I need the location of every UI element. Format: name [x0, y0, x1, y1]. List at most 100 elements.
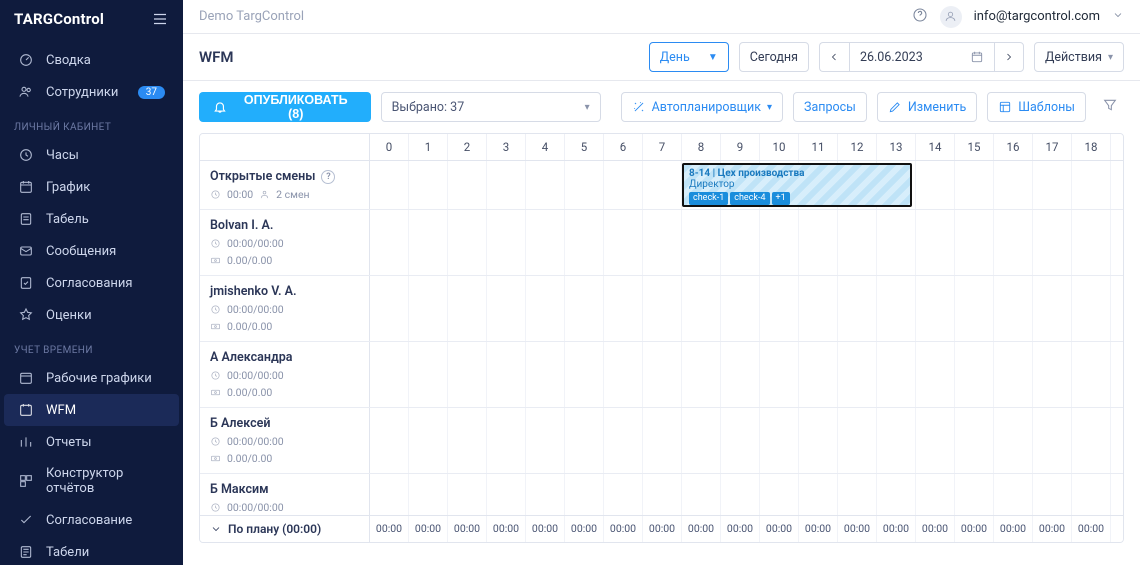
time-cell[interactable]	[838, 210, 877, 275]
sidebar-item-report-builder[interactable]: Конструктор отчётов	[4, 458, 179, 504]
time-cell[interactable]	[448, 161, 487, 209]
time-cell[interactable]	[760, 276, 799, 341]
time-cell[interactable]	[448, 342, 487, 407]
time-cell[interactable]	[565, 342, 604, 407]
time-cell[interactable]	[838, 342, 877, 407]
time-cell[interactable]	[877, 474, 916, 515]
time-cell[interactable]	[916, 210, 955, 275]
time-cell[interactable]	[760, 408, 799, 473]
time-cell[interactable]	[448, 408, 487, 473]
time-cell[interactable]	[643, 161, 682, 209]
time-cell[interactable]	[1072, 474, 1111, 515]
time-cell[interactable]	[799, 408, 838, 473]
time-cell[interactable]	[526, 408, 565, 473]
time-cell[interactable]	[370, 276, 409, 341]
time-cell[interactable]	[877, 408, 916, 473]
publish-button[interactable]: ОПУБЛИКОВАТЬ (8)	[199, 92, 371, 122]
time-cell[interactable]	[409, 474, 448, 515]
time-cell[interactable]	[1033, 474, 1072, 515]
sidebar-item-employees[interactable]: Сотрудники 37	[4, 76, 179, 108]
time-cell[interactable]	[565, 161, 604, 209]
time-cell[interactable]	[721, 408, 760, 473]
time-cell[interactable]	[526, 161, 565, 209]
time-cell[interactable]	[526, 474, 565, 515]
time-cell[interactable]	[487, 474, 526, 515]
time-cell[interactable]	[565, 474, 604, 515]
sidebar-item-work-schedules[interactable]: Рабочие графики	[4, 362, 179, 394]
time-cell[interactable]	[1033, 276, 1072, 341]
time-cell[interactable]	[409, 342, 448, 407]
view-mode-select[interactable]: День ▼	[649, 42, 729, 72]
time-cell[interactable]	[487, 210, 526, 275]
chevron-down-icon[interactable]	[210, 523, 222, 535]
time-cell[interactable]	[604, 342, 643, 407]
time-cell[interactable]	[838, 474, 877, 515]
time-cell[interactable]	[1033, 342, 1072, 407]
time-cell[interactable]	[1072, 210, 1111, 275]
time-cell[interactable]	[604, 408, 643, 473]
sidebar-item-timesheet[interactable]: Табель	[4, 203, 179, 235]
time-cell[interactable]	[799, 474, 838, 515]
time-cell[interactable]	[916, 474, 955, 515]
time-cell[interactable]	[370, 342, 409, 407]
time-cell[interactable]	[448, 474, 487, 515]
time-cell[interactable]	[760, 474, 799, 515]
time-cell[interactable]	[838, 276, 877, 341]
sidebar-item-summary[interactable]: Сводка	[4, 44, 179, 76]
time-cell[interactable]	[994, 161, 1033, 209]
sidebar-item-messages[interactable]: Сообщения	[4, 235, 179, 267]
time-cell[interactable]	[721, 342, 760, 407]
horizontal-scrollbar[interactable]	[199, 545, 1124, 559]
time-cell[interactable]	[799, 276, 838, 341]
time-cell[interactable]	[682, 210, 721, 275]
time-cell[interactable]	[955, 342, 994, 407]
today-button[interactable]: Сегодня	[739, 42, 809, 72]
time-cell[interactable]	[409, 276, 448, 341]
time-cell[interactable]	[877, 342, 916, 407]
scheduler-body[interactable]: Открытые смены? 00:00 2 смен8-14 | Цех п…	[200, 161, 1123, 515]
help-hint-icon[interactable]: ?	[321, 170, 335, 184]
time-cell[interactable]	[604, 161, 643, 209]
user-menu-chevron[interactable]	[1112, 9, 1124, 25]
time-cell[interactable]	[916, 408, 955, 473]
time-cell[interactable]	[448, 210, 487, 275]
selection-dropdown[interactable]: Выбрано: 37 ▾	[381, 92, 601, 122]
time-cell[interactable]	[643, 342, 682, 407]
help-icon[interactable]	[912, 7, 928, 27]
autoplan-button[interactable]: Автопланировщик ▾	[621, 92, 783, 122]
time-cell[interactable]	[487, 161, 526, 209]
time-cell[interactable]	[682, 276, 721, 341]
actions-menu[interactable]: Действия ▾	[1034, 42, 1124, 72]
time-cell[interactable]	[643, 276, 682, 341]
time-cell[interactable]	[526, 210, 565, 275]
templates-button[interactable]: Шаблоны	[987, 92, 1086, 122]
time-cell[interactable]	[448, 276, 487, 341]
time-cell[interactable]	[1072, 276, 1111, 341]
time-cell[interactable]	[1072, 408, 1111, 473]
time-cell[interactable]	[370, 210, 409, 275]
time-cell[interactable]	[409, 408, 448, 473]
time-cell[interactable]	[604, 210, 643, 275]
sidebar-item-approvals[interactable]: Согласования	[4, 267, 179, 299]
sidebar-item-approval[interactable]: Согласование	[4, 504, 179, 536]
time-cell[interactable]	[799, 210, 838, 275]
time-cell[interactable]	[838, 408, 877, 473]
time-cell[interactable]	[721, 276, 760, 341]
time-cell[interactable]	[955, 408, 994, 473]
time-cell[interactable]	[877, 276, 916, 341]
time-cell[interactable]	[877, 210, 916, 275]
time-cell[interactable]	[1072, 342, 1111, 407]
time-cell[interactable]	[526, 342, 565, 407]
time-cell[interactable]	[1033, 408, 1072, 473]
time-cell[interactable]	[682, 474, 721, 515]
time-cell[interactable]	[370, 408, 409, 473]
time-cell[interactable]	[916, 161, 955, 209]
time-cell[interactable]	[682, 408, 721, 473]
time-cell[interactable]	[643, 210, 682, 275]
sidebar-item-wfm[interactable]: WFM	[4, 394, 179, 426]
time-cell[interactable]	[409, 161, 448, 209]
time-cell[interactable]	[994, 408, 1033, 473]
time-cell[interactable]	[370, 161, 409, 209]
time-cell[interactable]	[955, 210, 994, 275]
time-cell[interactable]	[643, 408, 682, 473]
